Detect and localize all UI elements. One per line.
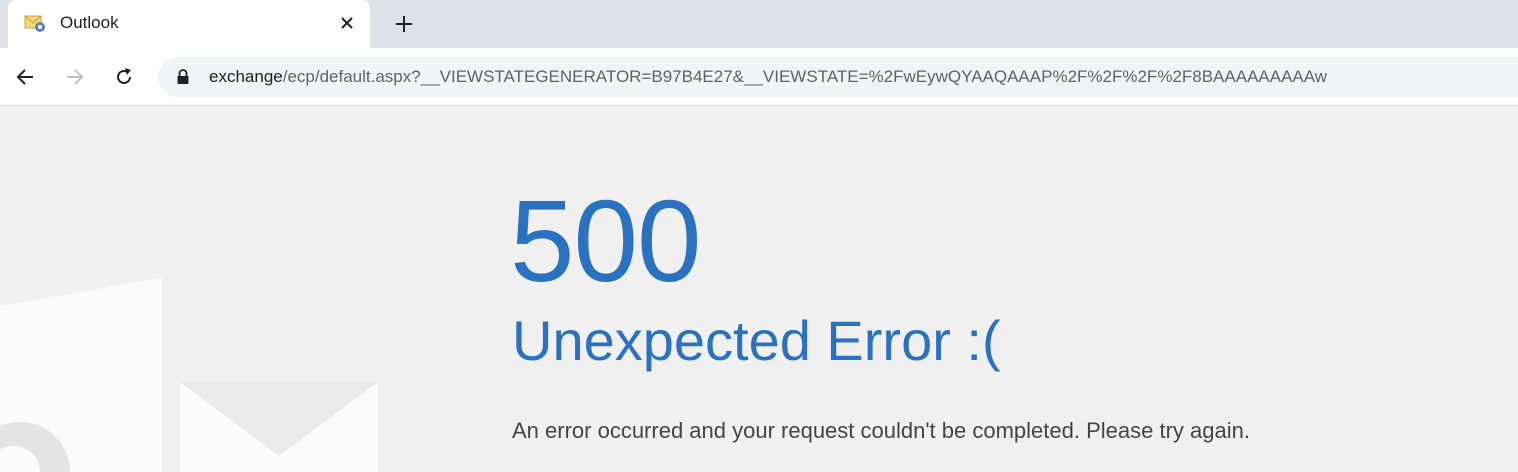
url-text[interactable]: exchange/ecp/default.aspx?__VIEWSTATEGEN… (209, 66, 1327, 88)
tab-strip: Outlook (0, 0, 1518, 48)
reload-icon[interactable] (110, 63, 138, 91)
close-icon[interactable] (335, 11, 359, 35)
error-message: An error occurred and your request could… (512, 418, 1250, 443)
arrow-right-icon[interactable] (61, 63, 89, 91)
browser-window: Outlook exchange/ecp/default.aspx?__VIEW… (0, 0, 1518, 472)
outlook-logo-watermark (0, 278, 378, 472)
url-host: exchange (209, 67, 283, 86)
outlook-envelope-icon (24, 13, 46, 33)
browser-toolbar: exchange/ecp/default.aspx?__VIEWSTATEGEN… (0, 48, 1518, 106)
arrow-left-icon[interactable] (11, 63, 39, 91)
tab-title: Outlook (60, 13, 119, 32)
error-title: Unexpected Error :( (512, 309, 1001, 372)
url-path: /ecp/default.aspx?__VIEWSTATEGENERATOR=B… (282, 67, 1328, 86)
lock-icon[interactable] (176, 69, 190, 85)
error-code: 500 (510, 176, 702, 306)
plus-icon[interactable] (391, 11, 417, 37)
error-page: 500 Unexpected Error :( An error occurre… (0, 106, 1518, 472)
address-bar[interactable]: exchange/ecp/default.aspx?__VIEWSTATEGEN… (158, 57, 1518, 97)
tab-outlook[interactable]: Outlook (8, 0, 370, 48)
